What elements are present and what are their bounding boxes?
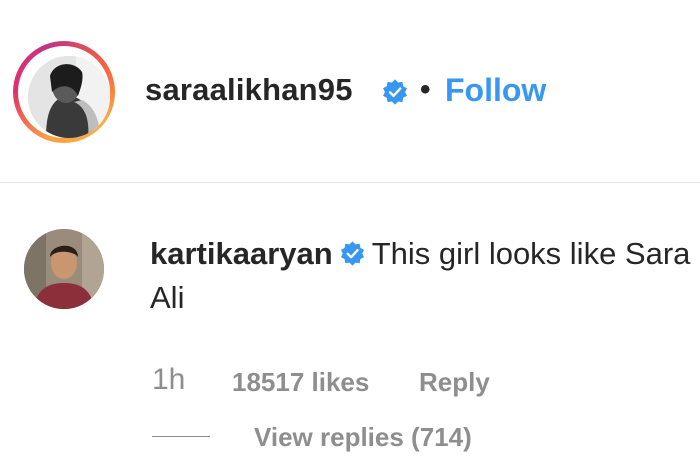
comment-avatar[interactable] bbox=[24, 229, 104, 309]
story-ring[interactable] bbox=[13, 41, 115, 143]
comment-avatar-photo bbox=[24, 229, 104, 309]
verified-badge-icon bbox=[383, 79, 407, 105]
follow-button[interactable]: Follow bbox=[445, 72, 546, 109]
post-header: saraalikhan95 • Follow bbox=[0, 0, 700, 183]
post-username[interactable]: saraalikhan95 bbox=[145, 72, 353, 108]
comment-username[interactable]: kartikaaryan bbox=[150, 236, 333, 271]
verified-badge-icon bbox=[340, 241, 364, 266]
avatar[interactable] bbox=[28, 56, 110, 138]
comment-likes[interactable]: 18517 likes bbox=[232, 367, 369, 398]
view-replies-button[interactable]: View replies (714) bbox=[254, 422, 472, 453]
separator-dot: • bbox=[420, 73, 431, 106]
avatar-photo bbox=[28, 56, 110, 138]
comment-timestamp[interactable]: 1h bbox=[152, 363, 185, 397]
reply-button[interactable]: Reply bbox=[419, 367, 490, 398]
replies-divider bbox=[152, 436, 210, 437]
comment-body: kartikaaryan This girl looks like Sara A… bbox=[150, 232, 695, 320]
